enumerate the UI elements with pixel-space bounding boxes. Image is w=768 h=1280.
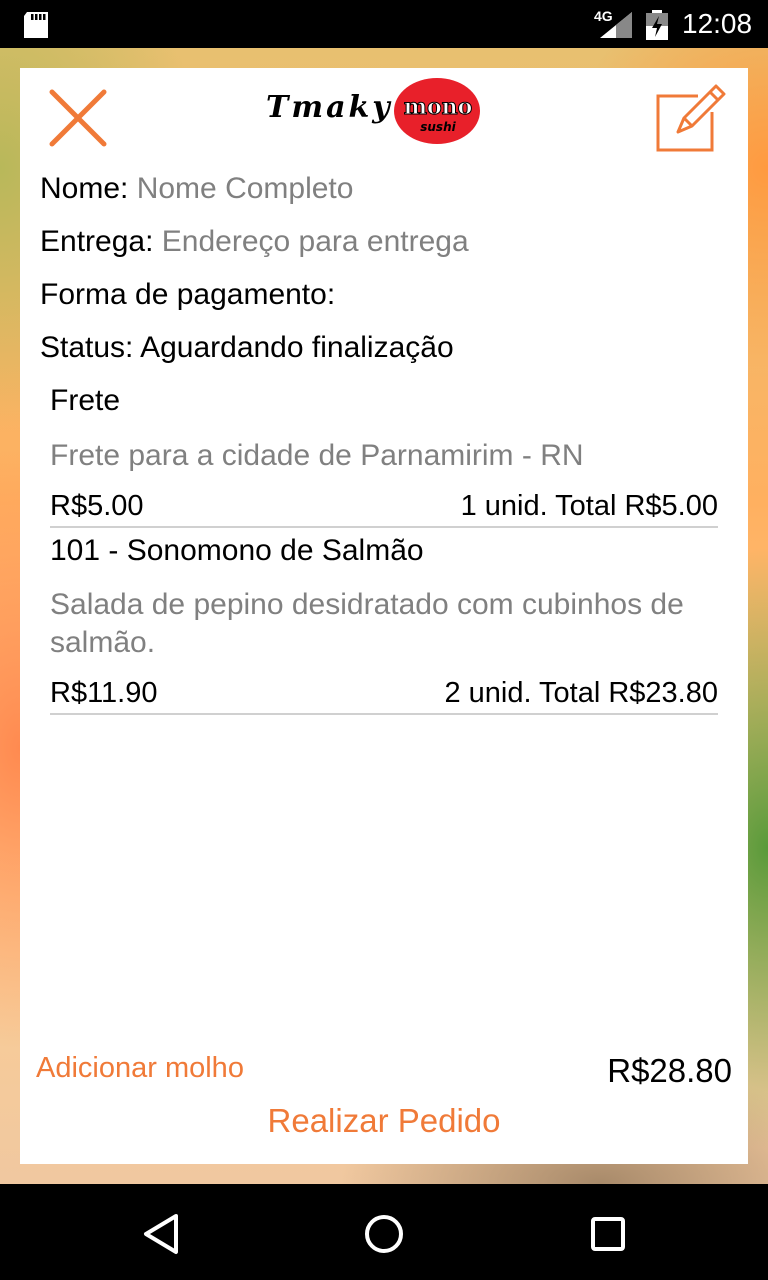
name-row[interactable]: Nome: Nome Completo bbox=[40, 172, 353, 206]
order-card: Tmaky mono sushi Nome: Nome Completo Ent… bbox=[20, 68, 748, 1164]
item-title: Frete bbox=[50, 384, 121, 417]
edit-icon[interactable] bbox=[654, 82, 728, 154]
logo-mono-text: mono bbox=[403, 94, 473, 121]
list-item: Frete Frete para a cidade de Parnamirim … bbox=[50, 384, 718, 528]
navigation-bar bbox=[0, 1184, 768, 1280]
item-description: Frete para a cidade de Parnamirim - RN bbox=[50, 439, 584, 472]
delivery-row[interactable]: Entrega: Endereço para entrega bbox=[40, 225, 469, 259]
list-item: 101 - Sonomono de Salmão Salada de pepin… bbox=[50, 534, 718, 716]
delivery-label: Entrega: bbox=[40, 225, 154, 258]
payment-row[interactable]: Forma de pagamento: bbox=[40, 278, 335, 312]
delivery-address-field[interactable]: Endereço para entrega bbox=[162, 225, 469, 258]
item-total: 1 unid. Total R$5.00 bbox=[460, 490, 718, 522]
grand-total: R$28.80 bbox=[607, 1052, 732, 1089]
place-order-button[interactable]: Realizar Pedido bbox=[20, 1102, 748, 1140]
divider bbox=[50, 526, 718, 528]
status-bar: 4G 12:08 bbox=[0, 0, 768, 48]
close-icon[interactable] bbox=[48, 88, 108, 148]
sd-card-icon bbox=[24, 12, 48, 38]
status-row: Status: Aguardando finalização bbox=[40, 331, 454, 365]
clock: 12:08 bbox=[682, 8, 753, 39]
home-circle-icon[interactable] bbox=[360, 1212, 408, 1256]
item-description: Salada de pepino desidratado com cubinho… bbox=[50, 588, 684, 659]
item-title: 101 - Sonomono de Salmão bbox=[50, 534, 424, 567]
status-value: Aguardando finalização bbox=[140, 331, 454, 364]
brand-logo: Tmaky mono sushi bbox=[266, 76, 482, 148]
item-price: R$11.90 bbox=[50, 677, 158, 709]
item-total: 2 unid. Total R$23.80 bbox=[444, 677, 718, 709]
battery-icon bbox=[646, 10, 668, 40]
name-field[interactable]: Nome Completo bbox=[137, 172, 354, 205]
signal-icon bbox=[600, 12, 632, 38]
back-triangle-icon[interactable] bbox=[138, 1212, 186, 1256]
payment-label: Forma de pagamento: bbox=[40, 278, 336, 311]
name-label: Nome: bbox=[40, 172, 129, 205]
item-price: R$5.00 bbox=[50, 490, 144, 522]
logo-sushi-text: sushi bbox=[420, 120, 456, 134]
recents-square-icon[interactable] bbox=[584, 1212, 632, 1256]
logo-wordmark: Tmaky bbox=[266, 90, 393, 125]
divider bbox=[50, 713, 718, 715]
status-label: Status: bbox=[40, 331, 134, 364]
add-sauce-button[interactable]: Adicionar molho bbox=[36, 1052, 244, 1085]
